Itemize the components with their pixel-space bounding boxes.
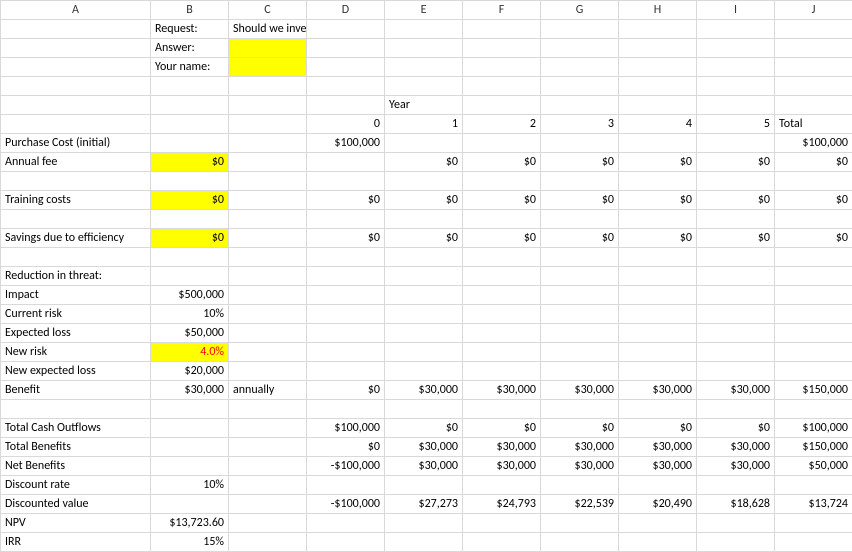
label-discounted[interactable]: Discounted value	[1, 495, 151, 514]
label-npv[interactable]: NPV	[1, 514, 151, 533]
label-impact[interactable]: Impact	[1, 286, 151, 305]
row-discountrate: Discount rate 10%	[1, 476, 852, 495]
row-yourname: Your name:	[1, 58, 852, 77]
row-request: Request: Should we invest $100,000 in th…	[1, 20, 852, 39]
row-benefit: Benefit $30,000 annually $0 $30,000 $30,…	[1, 381, 852, 400]
row-answer: Answer:	[1, 39, 852, 58]
label-yourname[interactable]: Your name:	[151, 58, 229, 77]
label-benefits[interactable]: Total Benefits	[1, 438, 151, 457]
row-newexpectedloss: New expected loss $20,000	[1, 362, 852, 381]
row-discounted: Discounted value -$100,000 $27,273 $24,7…	[1, 495, 852, 514]
year-0[interactable]: 0	[307, 115, 385, 134]
col-header[interactable]: J	[775, 1, 852, 20]
request-text: Should we invest $100,000 in the propose…	[233, 22, 307, 36]
savings-input[interactable]: $0	[151, 229, 229, 248]
year-1[interactable]: 1	[385, 115, 463, 134]
label-training[interactable]: Training costs	[1, 191, 151, 210]
npv-value[interactable]: $13,723.60	[151, 514, 229, 533]
request-text-cell[interactable]: Should we invest $100,000 in the propose…	[229, 20, 307, 39]
purchase-y0[interactable]: $100,000	[307, 134, 385, 153]
expectedloss-value[interactable]: $50,000	[151, 324, 229, 343]
yourname-input[interactable]	[229, 58, 307, 77]
row-impact: Impact $500,000	[1, 286, 852, 305]
training-input[interactable]: $0	[151, 191, 229, 210]
row-netbenefits: Net Benefits -$100,000 $30,000 $30,000 $…	[1, 457, 852, 476]
row-reduction: Reduction in threat:	[1, 267, 852, 286]
label-newexpectedloss[interactable]: New expected loss	[1, 362, 151, 381]
col-header[interactable]: C	[229, 1, 307, 20]
row-savings: Savings due to efficiency $0 $0 $0 $0 $0…	[1, 229, 852, 248]
label-discountrate[interactable]: Discount rate	[1, 476, 151, 495]
label-annually[interactable]: annually	[229, 381, 307, 400]
answer-input[interactable]	[229, 39, 307, 58]
label-outflows[interactable]: Total Cash Outflows	[1, 419, 151, 438]
label-year[interactable]: Year	[385, 96, 463, 115]
impact-value[interactable]: $500,000	[151, 286, 229, 305]
row-irr: IRR 15%	[1, 533, 852, 552]
label-purchase[interactable]: Purchase Cost (initial)	[1, 134, 151, 153]
purchase-total[interactable]: $100,000	[775, 134, 852, 153]
row-currentrisk: Current risk 10%	[1, 305, 852, 324]
row-year-label: Year	[1, 96, 852, 115]
col-header[interactable]: B	[151, 1, 229, 20]
year-2[interactable]: 2	[463, 115, 541, 134]
annualfee-input[interactable]: $0	[151, 153, 229, 172]
spreadsheet[interactable]: A B C D E F G H I J Request: Should we i…	[0, 0, 852, 552]
row-blank	[1, 210, 852, 229]
newexpectedloss-value[interactable]: $20,000	[151, 362, 229, 381]
col-header[interactable]: A	[1, 1, 151, 20]
label-request[interactable]: Request:	[151, 20, 229, 39]
col-header[interactable]: F	[463, 1, 541, 20]
label-currentrisk[interactable]: Current risk	[1, 305, 151, 324]
currentrisk-value[interactable]: 10%	[151, 305, 229, 324]
row-expectedloss: Expected loss $50,000	[1, 324, 852, 343]
row-annualfee: Annual fee $0 $0 $0 $0 $0 $0 $0	[1, 153, 852, 172]
label-total[interactable]: Total	[775, 115, 852, 134]
col-header[interactable]: E	[385, 1, 463, 20]
year-3[interactable]: 3	[541, 115, 619, 134]
label-savings[interactable]: Savings due to efficiency	[1, 229, 151, 248]
cell[interactable]	[1, 20, 151, 39]
year-5[interactable]: 5	[697, 115, 775, 134]
label-reduction[interactable]: Reduction in threat:	[1, 267, 151, 286]
newrisk-input[interactable]: 4.0%	[151, 343, 229, 362]
benefit-value[interactable]: $30,000	[151, 381, 229, 400]
row-training: Training costs $0 $0 $0 $0 $0 $0 $0 $0	[1, 191, 852, 210]
discountrate-value[interactable]: 10%	[151, 476, 229, 495]
row-purchase: Purchase Cost (initial) $100,000 $100,00…	[1, 134, 852, 153]
row-blank	[1, 172, 852, 191]
row-blank	[1, 400, 852, 419]
year-4[interactable]: 4	[619, 115, 697, 134]
label-expectedloss[interactable]: Expected loss	[1, 324, 151, 343]
row-blank	[1, 248, 852, 267]
row-blank	[1, 77, 852, 96]
col-header[interactable]: H	[619, 1, 697, 20]
label-annualfee[interactable]: Annual fee	[1, 153, 151, 172]
column-header-row: A B C D E F G H I J	[1, 1, 852, 20]
row-outflows: Total Cash Outflows $100,000 $0 $0 $0 $0…	[1, 419, 852, 438]
row-npv: NPV $13,723.60	[1, 514, 852, 533]
label-answer[interactable]: Answer:	[151, 39, 229, 58]
irr-value[interactable]: 15%	[151, 533, 229, 552]
col-header[interactable]: I	[697, 1, 775, 20]
row-newrisk: New risk 4.0%	[1, 343, 852, 362]
col-header[interactable]: G	[541, 1, 619, 20]
row-benefits: Total Benefits $0 $30,000 $30,000 $30,00…	[1, 438, 852, 457]
row-year-numbers: 0 1 2 3 4 5 Total	[1, 115, 852, 134]
label-newrisk[interactable]: New risk	[1, 343, 151, 362]
col-header[interactable]: D	[307, 1, 385, 20]
label-benefit[interactable]: Benefit	[1, 381, 151, 400]
label-netbenefits[interactable]: Net Benefits	[1, 457, 151, 476]
label-irr[interactable]: IRR	[1, 533, 151, 552]
